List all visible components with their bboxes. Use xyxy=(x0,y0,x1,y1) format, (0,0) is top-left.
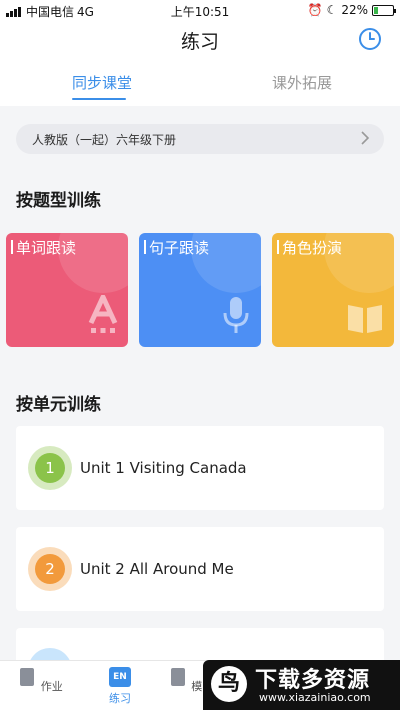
unit-title: Unit 1 Visiting Canada xyxy=(80,459,247,477)
nav-label: 练习 xyxy=(109,692,131,705)
card-word-reading[interactable]: 单词跟读 xyxy=(6,233,128,347)
card-label: 角色扮演 xyxy=(282,239,343,257)
status-bar: 中国电信 4G 上午10:51 ⏰ ☾ 22% xyxy=(0,0,400,20)
card-label: 单词跟读 xyxy=(16,239,77,257)
unit-number: 1 xyxy=(35,453,65,483)
app-header: 练习 xyxy=(0,20,400,60)
textbook-label: 人教版（一起）六年级下册 xyxy=(32,133,177,147)
card-accent-bar xyxy=(277,240,279,254)
homework-icon xyxy=(20,668,35,686)
unit-number: 2 xyxy=(35,554,65,584)
battery-icon xyxy=(372,4,396,16)
tab-extracurricular[interactable]: 课外拓展 xyxy=(272,72,332,93)
unit-title: Unit 2 All Around Me xyxy=(80,560,234,578)
active-tab-indicator xyxy=(72,98,126,100)
status-right: ⏰ ☾ 22% xyxy=(307,3,396,17)
card-accent-bar xyxy=(11,240,13,254)
watermark-logo-icon: 鸟 xyxy=(211,666,247,702)
en-practice-icon: EN xyxy=(109,667,131,687)
watermark-overlay: 鸟 下载多资源 www.xiazainiao.com xyxy=(203,660,400,710)
en-badge-text: EN xyxy=(113,672,127,682)
watermark-brand: 下载多资源 xyxy=(255,668,371,693)
alarm-icon: ⏰ xyxy=(307,3,323,17)
watermark-url: www.xiazainiao.com xyxy=(259,691,371,704)
unit-number-badge: 2 xyxy=(28,547,72,591)
unit-number-badge: 1 xyxy=(28,446,72,490)
mock-icon xyxy=(170,668,185,686)
battery-percent: 22% xyxy=(341,3,368,17)
card-label: 句子跟读 xyxy=(149,239,210,257)
history-clock-icon[interactable] xyxy=(358,27,382,51)
tab-bar: 同步课堂 课外拓展 xyxy=(0,60,400,106)
page-title: 练习 xyxy=(180,31,219,53)
nav-homework[interactable]: 作业 xyxy=(10,667,70,694)
nav-practice[interactable]: EN 练习 xyxy=(90,667,150,706)
nav-label: 模 xyxy=(191,680,203,693)
tab-sync-class[interactable]: 同步课堂 xyxy=(72,72,132,93)
nav-label: 作业 xyxy=(40,680,63,693)
card-accent-bar xyxy=(144,240,146,254)
section-title-by-unit: 按单元训练 xyxy=(16,395,101,415)
letter-a-icon xyxy=(88,295,118,333)
open-book-icon xyxy=(348,305,382,333)
section-title-by-type: 按题型训练 xyxy=(16,191,101,211)
unit-item[interactable]: 1 Unit 1 Visiting Canada xyxy=(16,426,384,510)
moon-icon: ☾ xyxy=(326,3,338,17)
card-sentence-reading[interactable]: 句子跟读 xyxy=(139,233,261,347)
unit-item[interactable]: 2 Unit 2 All Around Me xyxy=(16,527,384,611)
textbook-selector[interactable]: 人教版（一起）六年级下册 xyxy=(16,124,384,154)
card-role-play[interactable]: 角色扮演 xyxy=(272,233,394,347)
microphone-icon xyxy=(223,297,249,333)
nav-mock[interactable]: 模 xyxy=(165,667,205,694)
chevron-right-icon xyxy=(361,131,370,145)
